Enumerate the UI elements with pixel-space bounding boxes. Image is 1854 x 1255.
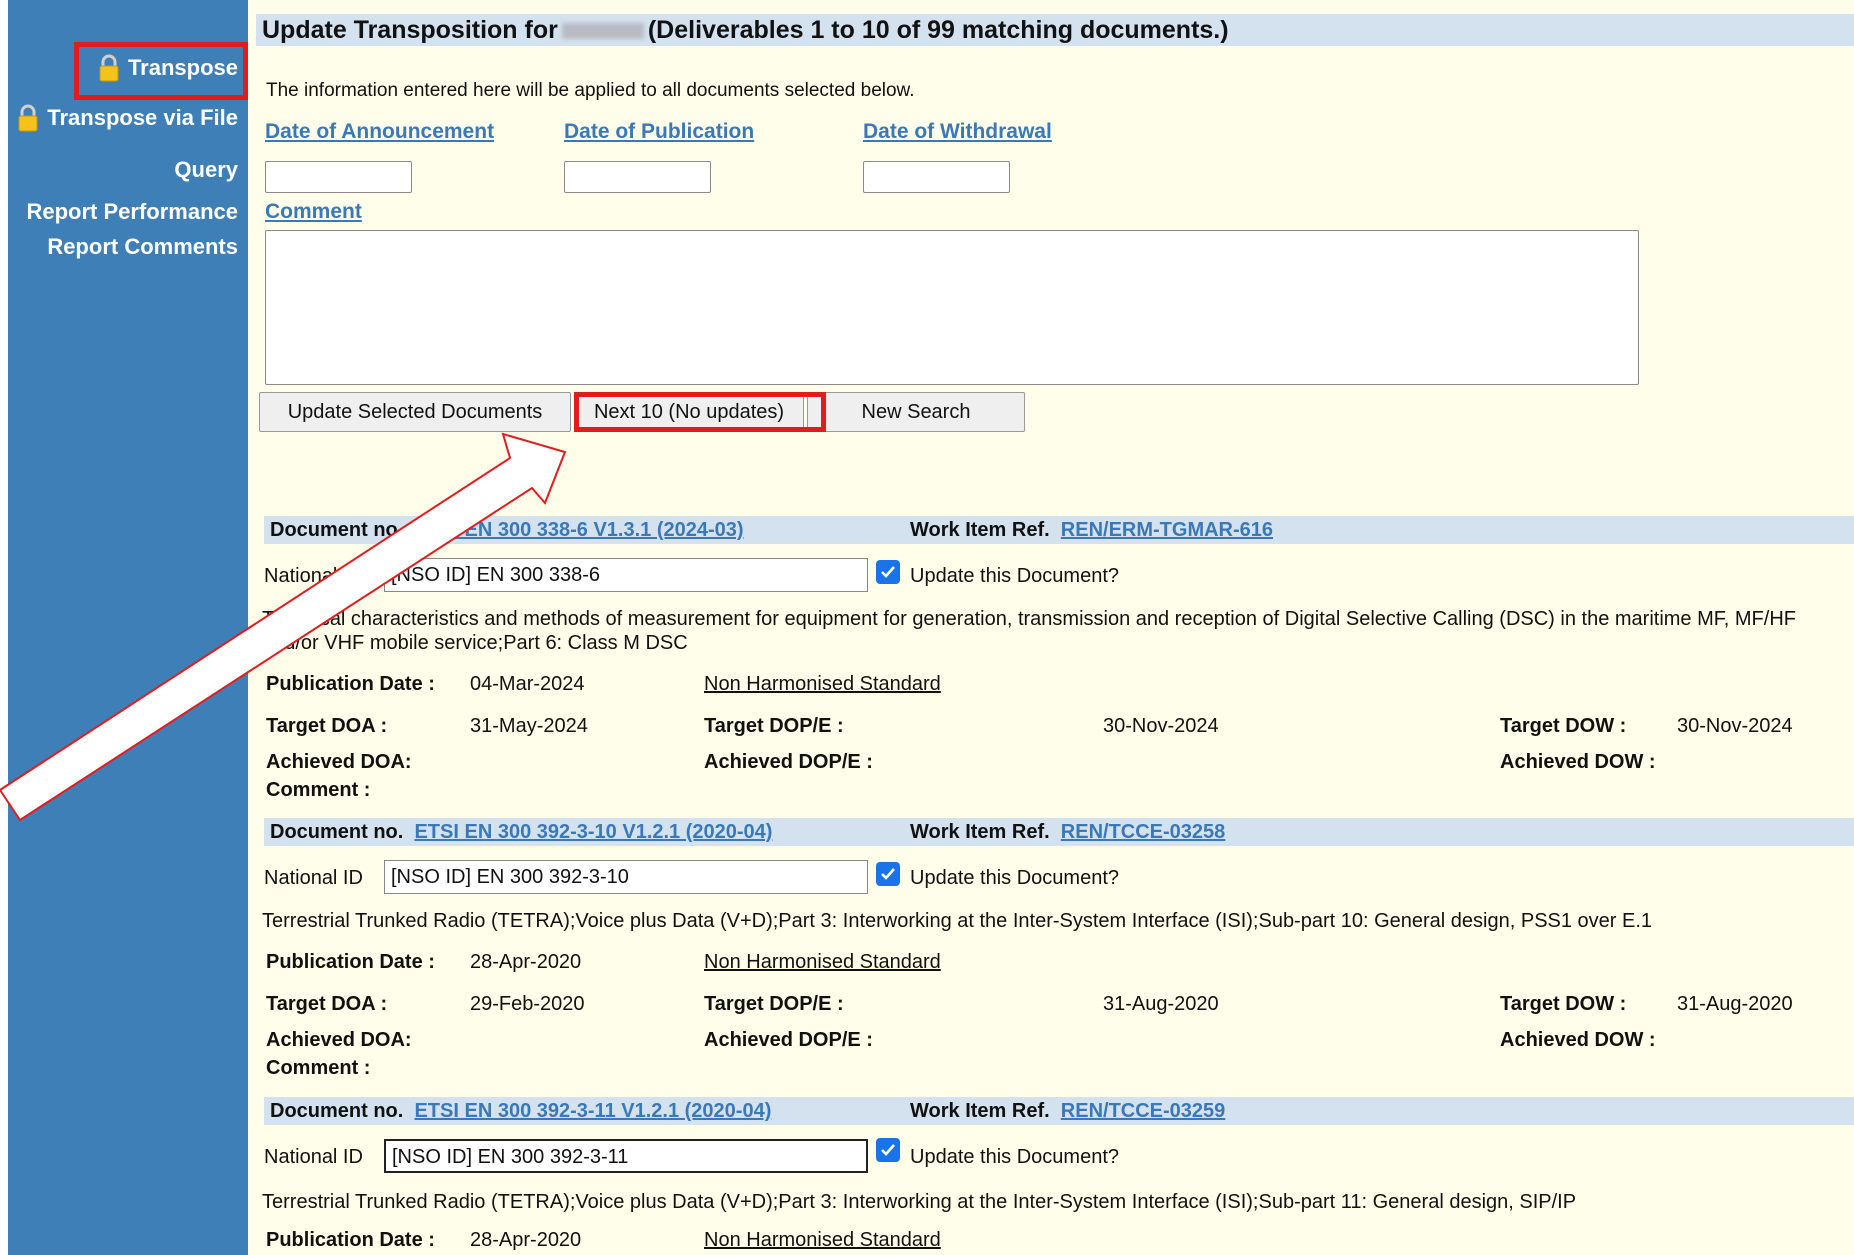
sidebar-item-label: Report Comments [47, 234, 238, 259]
update-document-checkbox[interactable] [876, 560, 900, 584]
national-id-input[interactable]: [NSO ID] EN 300 338-6 [384, 558, 868, 592]
checkmark-icon [881, 1144, 895, 1156]
national-id-label: National ID [264, 565, 363, 587]
work-item-section: Work Item Ref. REN/ERM-TGMAR-616 [910, 516, 1273, 544]
main-content: Update Transposition for (Deliverables 1 … [248, 0, 1854, 1255]
date-of-publication-input[interactable] [564, 161, 711, 193]
document-no-link[interactable]: ETSI EN 300 392-3-10 V1.2.1 (2020-04) [414, 821, 772, 843]
comment-textarea[interactable] [265, 230, 1639, 385]
sidebar-item-label: Report Performance [26, 199, 238, 224]
achieved-dow-label: Achieved DOW : [1500, 751, 1656, 773]
sidebar-item-label: Query [174, 157, 238, 182]
achieved-doa-label: Achieved DOA: [266, 1029, 412, 1051]
document-description: Terrestrial Trunked Radio (TETRA);Voice … [262, 1191, 1577, 1213]
publication-date-value: 28-Apr-2020 [470, 951, 582, 973]
sidebar: Transpose Transpose via File Query Repor… [8, 0, 248, 1255]
document-no-label: Document no. [270, 821, 404, 843]
standard-type-link[interactable]: Non Harmonised Standard [704, 673, 941, 696]
target-doa-label: Target DOA : [266, 715, 388, 737]
checkmark-icon [881, 868, 895, 880]
date-of-withdrawal-link[interactable]: Date of Withdrawal [863, 120, 1052, 144]
date-of-announcement-link[interactable]: Date of Announcement [265, 120, 494, 144]
target-dow-value: 31-Aug-2020 [1677, 993, 1793, 1015]
new-search-button[interactable]: New Search [807, 392, 1025, 432]
publication-date-value: 28-Apr-2020 [470, 1229, 582, 1251]
work-item-label: Work Item Ref. [910, 1100, 1050, 1122]
publication-date-value: 04-Mar-2024 [470, 673, 585, 695]
next-10-highlight [574, 392, 826, 432]
work-item-link[interactable]: REN/TCCE-03259 [1061, 1100, 1226, 1122]
update-selected-documents-button[interactable]: Update Selected Documents [259, 392, 571, 432]
document-header: Document no. ETSI EN 300 392-3-11 V1.2.1… [264, 1097, 1854, 1125]
document-no-label: Document no. [270, 519, 404, 541]
sidebar-item-report-comments[interactable]: Report Comments [47, 234, 238, 260]
national-id-input[interactable]: [NSO ID] EN 300 392-3-10 [384, 860, 868, 894]
work-item-link[interactable]: REN/TCCE-03258 [1061, 821, 1226, 843]
update-document-checkbox[interactable] [876, 1138, 900, 1162]
standard-type-link[interactable]: Non Harmonised Standard [704, 1229, 941, 1252]
title-suffix: (Deliverables 1 to 10 of 99 matching doc… [647, 16, 1229, 44]
sidebar-item-label: Transpose via File [47, 105, 238, 130]
date-of-withdrawal-input[interactable] [863, 161, 1010, 193]
target-dow-label: Target DOW : [1500, 993, 1627, 1015]
target-dope-label: Target DOP/E : [704, 715, 844, 737]
work-item-label: Work Item Ref. [910, 519, 1050, 541]
publication-date-label: Publication Date : [266, 951, 435, 973]
document-description: Terrestrial Trunked Radio (TETRA);Voice … [262, 910, 1653, 932]
work-item-link[interactable]: REN/ERM-TGMAR-616 [1061, 519, 1273, 541]
update-document-label: Update this Document? [910, 1146, 1120, 1168]
achieved-dow-label: Achieved DOW : [1500, 1029, 1656, 1051]
checkmark-icon [881, 566, 895, 578]
document-description: Technical characteristics and methods of… [262, 608, 1796, 654]
comment-link[interactable]: Comment [265, 200, 362, 224]
update-document-checkbox[interactable] [876, 862, 900, 886]
document-header: Document no. ETSI EN 300 392-3-10 V1.2.1… [264, 818, 1854, 846]
sidebar-item-query[interactable]: Query [174, 157, 238, 183]
achieved-doa-label: Achieved DOA: [266, 751, 412, 773]
work-item-label: Work Item Ref. [910, 821, 1050, 843]
target-dow-label: Target DOW : [1500, 715, 1627, 737]
target-dope-value: 31-Aug-2020 [1103, 993, 1219, 1015]
date-of-publication-link[interactable]: Date of Publication [564, 120, 754, 144]
target-dope-label: Target DOP/E : [704, 993, 844, 1015]
sidebar-item-report-performance[interactable]: Report Performance [26, 199, 238, 225]
redacted-country [561, 23, 644, 40]
document-no-link[interactable]: ETSI EN 300 338-6 V1.3.1 (2024-03) [414, 519, 743, 541]
date-of-announcement-input[interactable] [265, 161, 412, 193]
work-item-section: Work Item Ref. REN/TCCE-03258 [910, 818, 1225, 846]
document-header: Document no. ETSI EN 300 338-6 V1.3.1 (2… [264, 516, 1854, 544]
achieved-dope-label: Achieved DOP/E : [704, 1029, 873, 1051]
target-doa-value: 29-Feb-2020 [470, 993, 585, 1015]
document-no-label: Document no. [270, 1100, 404, 1122]
target-doa-value: 31-May-2024 [470, 715, 588, 737]
work-item-section: Work Item Ref. REN/TCCE-03259 [910, 1097, 1225, 1125]
page-title: Update Transposition for (Deliverables 1 … [256, 14, 1854, 46]
publication-date-label: Publication Date : [266, 1229, 435, 1251]
comment-label: Comment : [266, 779, 371, 801]
publication-date-label: Publication Date : [266, 673, 435, 695]
standard-type-link[interactable]: Non Harmonised Standard [704, 951, 941, 974]
title-prefix: Update Transposition for [262, 16, 558, 44]
target-dope-value: 30-Nov-2024 [1103, 715, 1219, 737]
achieved-dope-label: Achieved DOP/E : [704, 751, 873, 773]
lock-icon [18, 104, 38, 132]
document-no-link[interactable]: ETSI EN 300 392-3-11 V1.2.1 (2020-04) [414, 1100, 771, 1122]
target-dow-value: 30-Nov-2024 [1677, 715, 1793, 737]
sidebar-item-transpose-via-file[interactable]: Transpose via File [17, 104, 238, 132]
national-id-label: National ID [264, 1146, 363, 1168]
comment-label: Comment : [266, 1057, 371, 1079]
update-document-label: Update this Document? [910, 867, 1120, 889]
national-id-input[interactable]: [NSO ID] EN 300 392-3-11 [384, 1139, 868, 1173]
national-id-label: National ID [264, 867, 363, 889]
target-doa-label: Target DOA : [266, 993, 388, 1015]
transpose-highlight [74, 42, 248, 100]
info-text: The information entered here will be app… [266, 80, 915, 101]
update-document-label: Update this Document? [910, 565, 1120, 587]
